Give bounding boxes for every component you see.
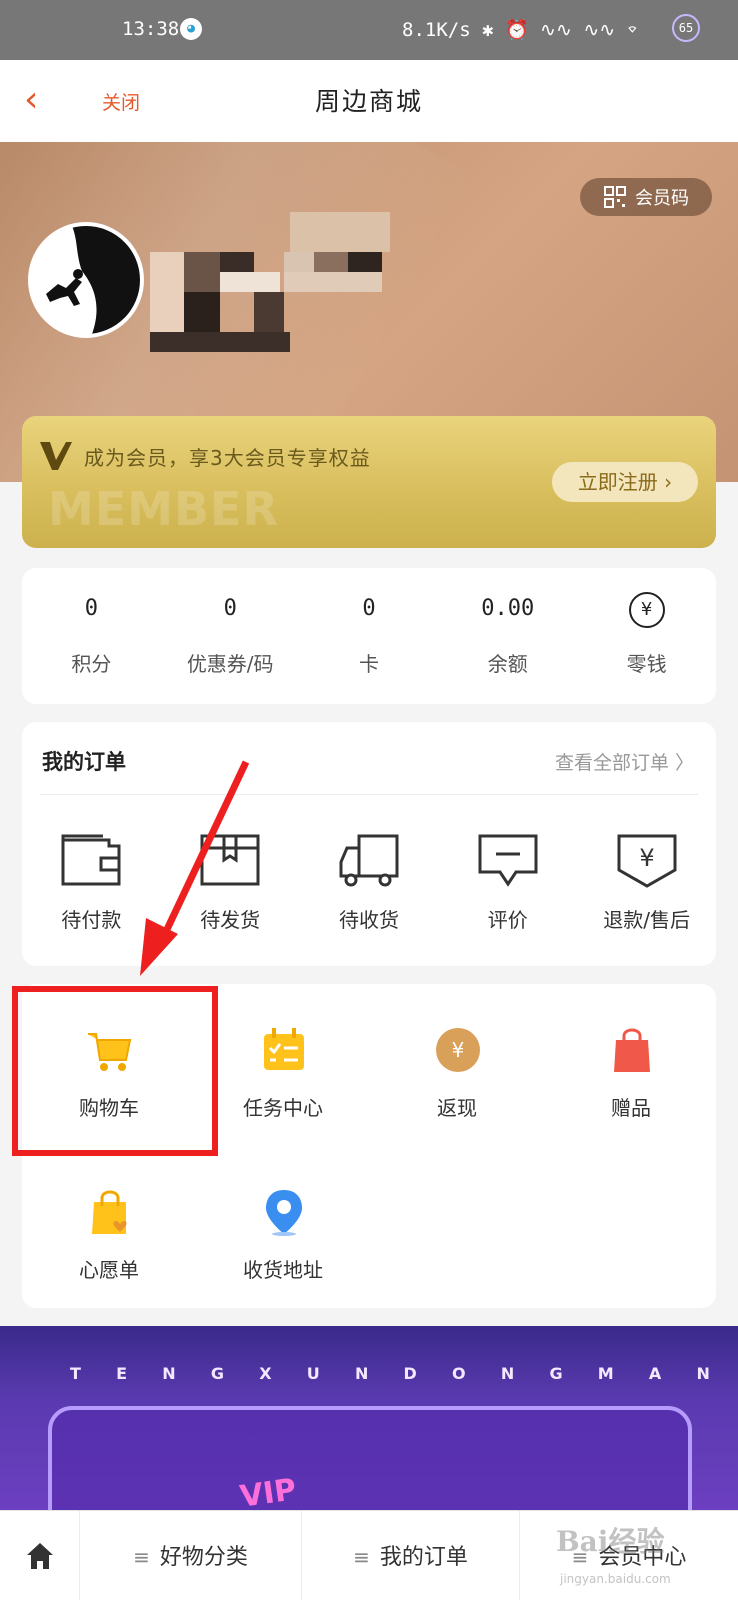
wallet-icon: [61, 834, 121, 886]
network-speed: 8.1K/s ✱ ⏰ ∿∿ ∿∿ ⌔: [402, 19, 639, 41]
status-time: 13:38: [122, 18, 180, 40]
highlight-annotation-box: [12, 986, 218, 1156]
divider: [40, 794, 698, 795]
truck-icon: [339, 834, 399, 887]
member-code-button[interactable]: 会员码: [580, 178, 712, 216]
qq-notification-icon: ◕: [180, 18, 202, 40]
stat-value: 0: [84, 596, 99, 621]
order-pending-receipt[interactable]: 待收货: [300, 832, 439, 942]
vip-v-logo-icon: [40, 442, 72, 470]
nav-my-orders[interactable]: ≡ 我的订单: [302, 1511, 520, 1600]
nav-label: 我的订单: [379, 1545, 468, 1570]
order-label: 评价: [487, 908, 528, 932]
tool-label: 心愿单: [79, 1258, 139, 1282]
calendar-icon: [264, 1028, 304, 1070]
battery-indicator: 65: [672, 14, 700, 42]
order-label: 待发货: [200, 908, 261, 932]
tool-wishlist[interactable]: 心愿单: [22, 1146, 196, 1296]
tool-shipping-address[interactable]: 收货地址: [196, 1146, 370, 1296]
stat-value: 0: [362, 596, 376, 621]
gift-bag-icon: [614, 1028, 650, 1072]
cashback-icon: ¥: [436, 1028, 480, 1072]
tool-task-center[interactable]: 任务中心: [196, 984, 370, 1134]
stat-label: 零钱: [626, 652, 667, 676]
comment-icon: [478, 834, 538, 887]
view-all-orders-link[interactable]: 查看全部订单 〉: [555, 748, 694, 775]
stat-change[interactable]: ¥ 零钱: [577, 568, 716, 704]
yen-circle-icon: ¥: [628, 592, 665, 628]
home-icon: [27, 1543, 53, 1569]
register-now-button[interactable]: 立即注册 ›: [552, 462, 698, 502]
refund-icon: ¥: [617, 834, 677, 888]
my-orders-panel: 我的订单 查看全部订单 〉 待付款 待发货 待收货 评价 ¥ 退款/售后: [22, 722, 716, 966]
promo-frame: [48, 1406, 692, 1510]
tool-label: 收货地址: [243, 1258, 323, 1282]
stat-label: 优惠券/码: [186, 652, 274, 676]
page-title: 周边商城: [314, 87, 423, 116]
member-code-label: 会员码: [635, 188, 689, 209]
stat-coupons[interactable]: 0 优惠券/码: [161, 568, 300, 704]
svg-text:¥: ¥: [639, 844, 654, 872]
tool-label: 赠品: [611, 1096, 651, 1120]
account-stats: 0 积分 0 优惠券/码 0 卡 0.00 余额 ¥ 零钱: [22, 568, 716, 704]
promo-banner[interactable]: TENGXUNDONGMAN VIP: [0, 1326, 738, 1510]
stat-label: 积分: [71, 652, 112, 676]
tool-cashback[interactable]: ¥ 返现: [370, 984, 544, 1134]
watermark: Bai经验: [556, 1525, 665, 1558]
menu-icon: ≡: [353, 1545, 370, 1569]
wishlist-icon: [92, 1190, 127, 1234]
order-refund[interactable]: ¥ 退款/售后: [577, 832, 716, 942]
nav-label: 好物分类: [159, 1545, 248, 1570]
tool-label: 返现: [437, 1096, 477, 1120]
tool-label: 任务中心: [243, 1096, 323, 1120]
member-watermark-text: MEMBER: [48, 482, 279, 536]
vip-card-text: 成为会员，享3大会员专享权益: [84, 446, 371, 470]
location-icon: [266, 1190, 302, 1236]
order-pending-payment[interactable]: 待付款: [22, 832, 161, 942]
qr-code-icon: [604, 186, 626, 208]
svg-text:¥: ¥: [452, 1038, 465, 1062]
promo-vip-badge: VIP: [237, 1472, 299, 1510]
orders-title: 我的订单: [42, 750, 126, 774]
stat-value: 0: [223, 596, 237, 621]
stat-label: 余额: [487, 652, 528, 676]
order-review[interactable]: 评价: [438, 832, 577, 942]
stat-cards[interactable]: 0 卡: [300, 568, 439, 704]
status-bar: 13:38 ◕ 8.1K/s ✱ ⏰ ∿∿ ∿∿ ⌔ 65: [0, 0, 738, 60]
app-header: ‹ 关闭 周边商城: [0, 60, 738, 142]
tool-gifts[interactable]: 赠品: [544, 984, 718, 1134]
nav-categories[interactable]: ≡ 好物分类: [80, 1511, 302, 1600]
stat-balance[interactable]: 0.00 余额: [438, 568, 577, 704]
watermark-url: jingyan.baidu.com: [560, 1572, 671, 1586]
order-label: 退款/售后: [603, 908, 690, 932]
promo-letters: TENGXUNDONGMAN: [70, 1364, 710, 1383]
package-icon: [200, 834, 260, 886]
stat-points[interactable]: 0 积分: [22, 568, 161, 704]
menu-icon: ≡: [133, 1545, 150, 1569]
vip-register-card[interactable]: 成为会员，享3大会员专享权益 MEMBER 立即注册 ›: [22, 416, 716, 548]
stat-value: 0.00: [481, 596, 535, 621]
climber-avatar-icon: [32, 226, 140, 334]
avatar[interactable]: [28, 222, 144, 338]
order-label: 待收货: [338, 908, 399, 932]
nav-home[interactable]: [0, 1511, 80, 1600]
order-label: 待付款: [61, 908, 122, 932]
order-pending-shipment[interactable]: 待发货: [161, 832, 300, 942]
stat-label: 卡: [358, 652, 379, 676]
